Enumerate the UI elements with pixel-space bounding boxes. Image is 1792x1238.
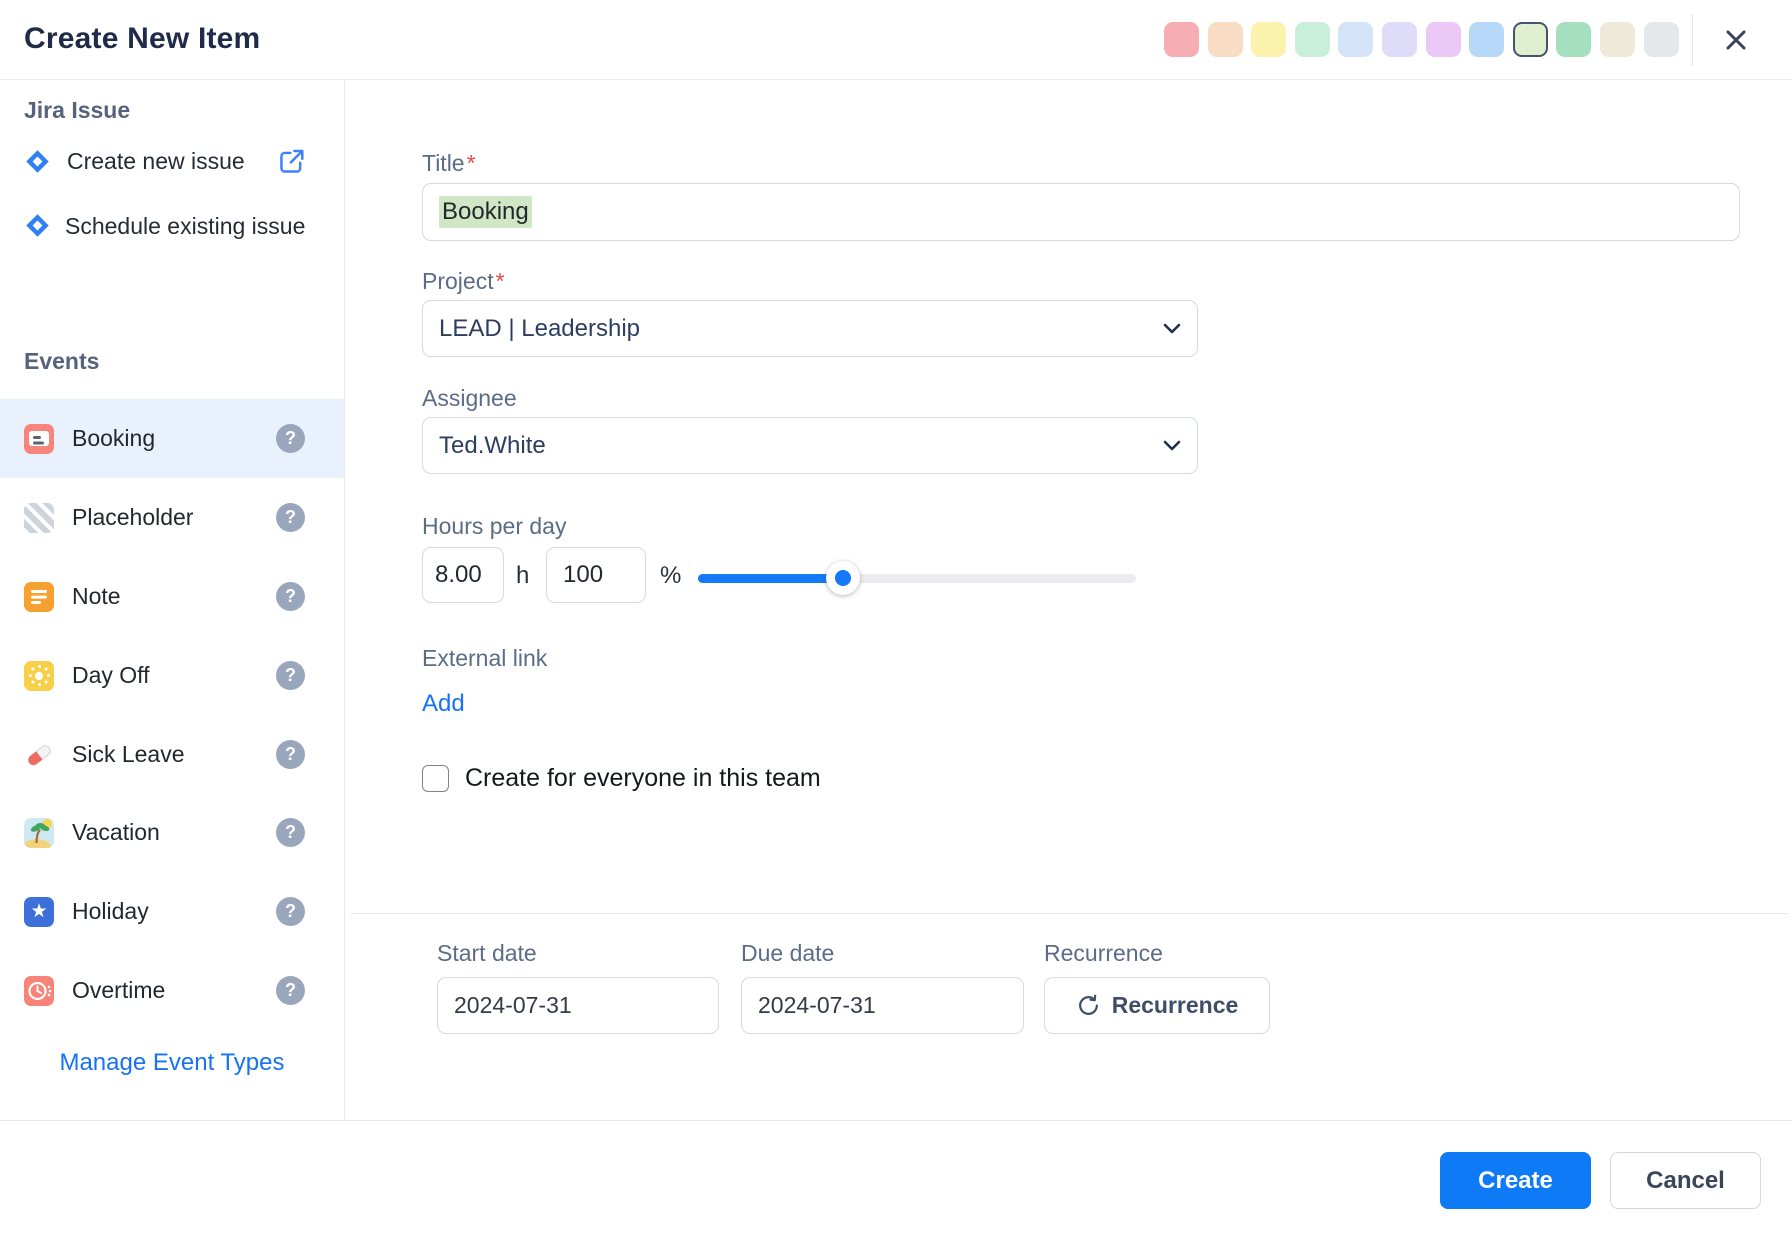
color-swatch-pink[interactable]: [1164, 22, 1199, 57]
jira-icon: [24, 212, 51, 249]
sidebar-item-schedule-existing-issue[interactable]: Schedule existing issue: [24, 208, 310, 249]
palm-island-icon: [24, 817, 54, 848]
title-input[interactable]: Booking: [422, 183, 1740, 241]
color-swatch-peach[interactable]: [1207, 22, 1243, 57]
color-swatch-green[interactable]: [1556, 22, 1592, 57]
close-icon: [1721, 25, 1751, 55]
assignee-select[interactable]: Ted.White: [422, 417, 1198, 474]
required-asterisk: *: [495, 268, 505, 294]
color-swatch-mint[interactable]: [1294, 22, 1330, 57]
help-icon[interactable]: ?: [276, 818, 305, 847]
close-button[interactable]: [1712, 16, 1760, 64]
color-swatch-lightblue[interactable]: [1338, 22, 1374, 57]
create-button[interactable]: Create: [1440, 1152, 1591, 1209]
percent-input[interactable]: 100: [546, 547, 646, 603]
title-value-highlighted: Booking: [439, 196, 532, 228]
booking-card-icon: [24, 423, 54, 454]
color-swatch-beige[interactable]: [1599, 22, 1635, 57]
sidebar-item-create-new-issue[interactable]: Create new issue: [24, 138, 324, 184]
recurrence-icon: [1076, 993, 1101, 1018]
jira-icon: [24, 148, 51, 175]
color-swatch-yellow[interactable]: [1251, 22, 1287, 57]
color-swatch-lavender[interactable]: [1381, 22, 1417, 57]
event-item-day-off[interactable]: Day Off ?: [0, 636, 344, 715]
recurrence-button[interactable]: Recurrence: [1044, 977, 1270, 1034]
dialog-header: Create New Item: [0, 0, 1792, 80]
color-swatch-lightgreen-selected[interactable]: [1512, 22, 1548, 57]
project-select[interactable]: LEAD | Leadership: [422, 300, 1198, 357]
help-icon[interactable]: ?: [276, 740, 305, 769]
hours-slider[interactable]: [698, 560, 1136, 596]
chevron-down-icon: [1163, 440, 1181, 451]
color-swatch-purple[interactable]: [1425, 22, 1461, 57]
start-date-label: Start date: [437, 940, 537, 966]
create-new-issue-label: Create new issue: [67, 147, 245, 174]
help-icon[interactable]: ?: [276, 976, 305, 1005]
sun-icon: [24, 660, 54, 691]
create-for-team-row[interactable]: Create for everyone in this team: [422, 764, 821, 793]
title-label: Title*: [422, 150, 476, 176]
pill-icon: [24, 740, 54, 770]
hours-per-day-label: Hours per day: [422, 513, 567, 539]
help-icon[interactable]: ?: [276, 424, 305, 453]
due-date-input[interactable]: 2024-07-31: [741, 977, 1024, 1034]
due-date-label: Due date: [741, 940, 835, 966]
footer-divider: [0, 1120, 1792, 1121]
events-heading: Events: [24, 348, 100, 374]
note-lines-icon: [24, 581, 54, 612]
sidebar: Jira Issue Create new issue Schedule exi…: [0, 81, 345, 1120]
color-swatch-blue[interactable]: [1469, 22, 1505, 57]
color-palette: [1164, 22, 1679, 57]
event-item-sick-leave[interactable]: Sick Leave ?: [0, 715, 344, 794]
external-link-label: External link: [422, 645, 548, 671]
add-external-link[interactable]: Add: [422, 690, 465, 718]
assignee-label: Assignee: [422, 385, 517, 411]
page-title: Create New Item: [24, 22, 261, 55]
striped-placeholder-icon: [24, 502, 54, 533]
help-icon[interactable]: ?: [276, 897, 305, 926]
dates-section-divider: [351, 913, 1788, 914]
start-date-input[interactable]: 2024-07-31: [437, 977, 719, 1034]
hours-input[interactable]: 8.00: [422, 547, 504, 603]
recurrence-label: Recurrence: [1044, 940, 1163, 966]
hours-slider-thumb[interactable]: [825, 561, 860, 595]
hours-slider-fill: [698, 574, 843, 583]
project-label: Project*: [422, 268, 505, 294]
schedule-existing-issue-label: Schedule existing issue: [65, 213, 306, 239]
cancel-button[interactable]: Cancel: [1610, 1152, 1761, 1209]
create-for-team-label: Create for everyone in this team: [465, 764, 821, 792]
header-divider: [1692, 14, 1693, 66]
color-swatch-gray[interactable]: [1643, 22, 1679, 57]
event-item-note[interactable]: Note ?: [0, 557, 344, 636]
chevron-down-icon: [1163, 323, 1181, 334]
star-icon: ★: [24, 896, 54, 927]
manage-event-types-link[interactable]: Manage Event Types: [0, 1049, 344, 1077]
help-icon[interactable]: ?: [276, 661, 305, 690]
help-icon[interactable]: ?: [276, 582, 305, 611]
percent-unit-label: %: [660, 562, 682, 589]
clock-icon: [24, 975, 54, 1006]
event-item-overtime[interactable]: Overtime ?: [0, 951, 344, 1030]
event-item-holiday[interactable]: ★ Holiday ?: [0, 872, 344, 951]
event-item-placeholder[interactable]: Placeholder ?: [0, 478, 344, 557]
open-in-new-icon[interactable]: [276, 146, 307, 177]
create-for-team-checkbox[interactable]: [422, 765, 449, 792]
required-asterisk: *: [466, 150, 476, 176]
event-item-booking[interactable]: Booking ?: [0, 399, 344, 478]
hours-unit-label: h: [516, 562, 530, 589]
create-new-item-dialog: Create New Item Jira Issue Create new is…: [0, 0, 1792, 1238]
jira-issue-heading: Jira Issue: [24, 97, 131, 123]
event-item-vacation[interactable]: Vacation ?: [0, 793, 344, 872]
help-icon[interactable]: ?: [276, 503, 305, 532]
